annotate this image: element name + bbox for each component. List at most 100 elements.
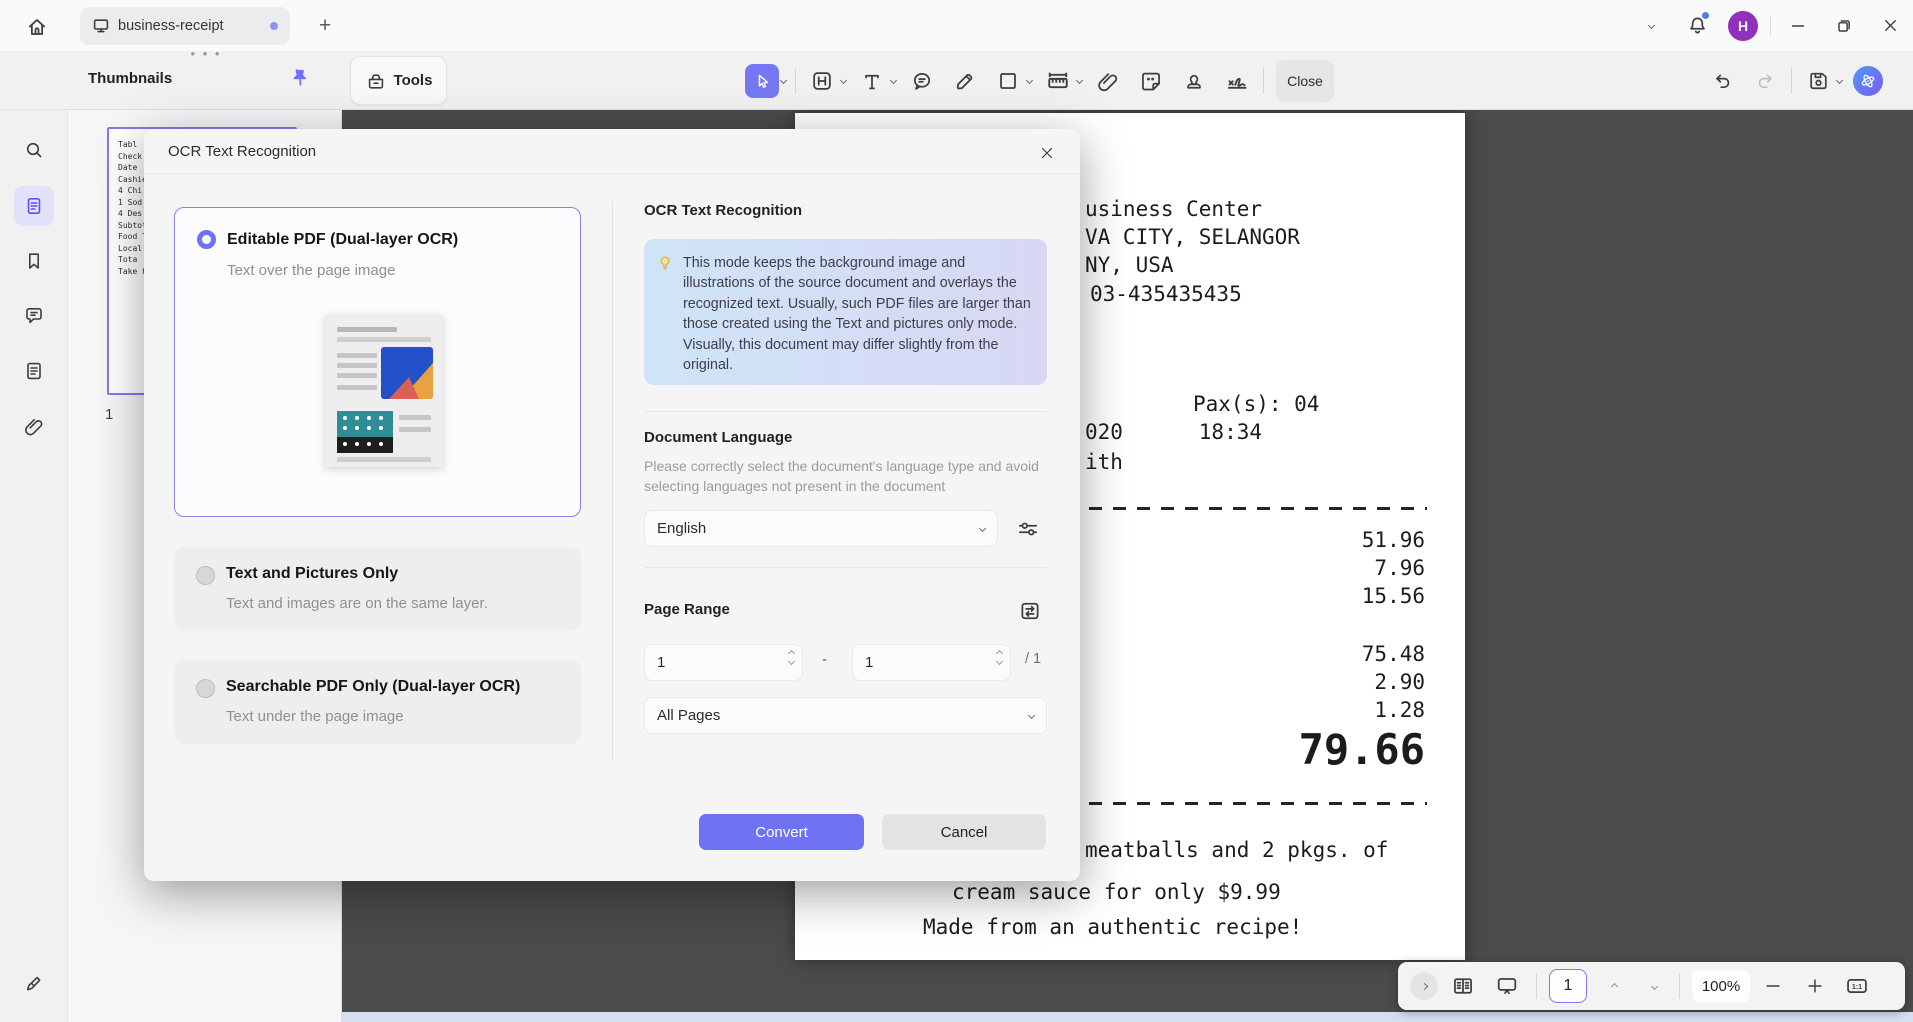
close-tools-button[interactable]: Close bbox=[1276, 60, 1334, 102]
titlebar: business-receipt + H bbox=[0, 0, 1913, 51]
option-text-pictures-only[interactable]: Text and Pictures Only Text and images a… bbox=[174, 547, 581, 631]
comments-panel-button[interactable] bbox=[14, 295, 54, 335]
account-button[interactable]: H bbox=[1720, 0, 1766, 51]
undo-icon bbox=[1711, 69, 1734, 92]
pin-panel-button[interactable] bbox=[288, 66, 314, 92]
pushpin-icon bbox=[288, 66, 312, 90]
stamp-tool-button[interactable] bbox=[1177, 64, 1211, 98]
receipt-line: Made from an authentic recipe! bbox=[923, 914, 1302, 940]
signature-tool-button[interactable] bbox=[1220, 64, 1254, 98]
home-button[interactable] bbox=[22, 12, 52, 42]
edit-tool-dropdown[interactable] bbox=[840, 77, 847, 84]
range-from-field bbox=[644, 644, 803, 681]
attachments-panel-button[interactable] bbox=[14, 406, 54, 446]
select-tool-dropdown[interactable] bbox=[780, 77, 787, 84]
collapse-bar-button[interactable] bbox=[1410, 972, 1438, 1000]
minimize-button[interactable] bbox=[1775, 0, 1821, 51]
highlighter-tool-button[interactable] bbox=[948, 64, 982, 98]
receipt-line: VA CITY, SELANGOR bbox=[1085, 224, 1300, 250]
comment-tool-button[interactable] bbox=[905, 64, 939, 98]
new-tab-button[interactable]: + bbox=[312, 13, 338, 39]
radio-unselected[interactable] bbox=[196, 679, 215, 698]
lightbulb-icon bbox=[656, 254, 674, 272]
redo-button[interactable] bbox=[1748, 64, 1782, 98]
shape-tool-dropdown[interactable] bbox=[1026, 77, 1033, 84]
undo-button[interactable] bbox=[1705, 64, 1739, 98]
thumbnails-panel-button[interactable] bbox=[14, 186, 54, 226]
text-tool-button[interactable] bbox=[855, 64, 889, 98]
text-tool-dropdown[interactable] bbox=[890, 77, 897, 84]
dialog-title: OCR Text Recognition bbox=[168, 143, 316, 160]
page-scope-select[interactable]: All Pages bbox=[644, 697, 1047, 734]
bookmarks-button[interactable] bbox=[14, 241, 54, 281]
receipt-line: usiness Center bbox=[1085, 196, 1262, 222]
actual-size-button[interactable]: 1:1 bbox=[1840, 969, 1874, 1003]
save-button[interactable] bbox=[1801, 64, 1835, 98]
advanced-language-settings-button[interactable] bbox=[1016, 517, 1040, 541]
ai-icon bbox=[1853, 66, 1883, 96]
ai-assistant-button[interactable] bbox=[1851, 64, 1885, 98]
page-scope-value: All Pages bbox=[657, 707, 720, 724]
cancel-button[interactable]: Cancel bbox=[882, 814, 1046, 850]
document-tab[interactable]: business-receipt bbox=[80, 7, 290, 45]
rectangle-icon bbox=[996, 69, 1020, 93]
zoom-out-button[interactable] bbox=[1756, 969, 1790, 1003]
search-button[interactable] bbox=[14, 130, 54, 170]
range-to-input[interactable] bbox=[852, 644, 1011, 681]
shape-tool-button[interactable] bbox=[991, 64, 1025, 98]
cursor-icon bbox=[752, 71, 772, 91]
tab-title: business-receipt bbox=[118, 18, 224, 34]
current-page-input[interactable]: 1 bbox=[1549, 969, 1587, 1003]
toolbox-icon bbox=[365, 70, 387, 92]
next-page-button[interactable] bbox=[1637, 969, 1671, 1003]
page-view-button[interactable] bbox=[1446, 969, 1480, 1003]
tools-button[interactable]: Tools bbox=[350, 56, 447, 105]
mode-heading: OCR Text Recognition bbox=[644, 202, 802, 219]
tab-list-dropdown[interactable] bbox=[1628, 0, 1674, 51]
convert-button[interactable]: Convert bbox=[699, 814, 864, 850]
summary-panel-button[interactable] bbox=[14, 351, 54, 391]
document-language-hint: Please correctly select the document's l… bbox=[644, 456, 1054, 496]
toolbar-divider bbox=[1263, 68, 1264, 94]
one-to-one-icon: 1:1 bbox=[1845, 974, 1869, 998]
language-value: English bbox=[657, 520, 706, 537]
save-dropdown[interactable] bbox=[1836, 77, 1843, 84]
receipt-line: 03-435435435 bbox=[1090, 281, 1242, 307]
radio-selected[interactable] bbox=[197, 230, 216, 249]
zoom-in-button[interactable] bbox=[1798, 969, 1832, 1003]
close-window-button[interactable] bbox=[1867, 0, 1913, 51]
swap-pages-icon bbox=[1018, 599, 1042, 623]
redo-icon bbox=[1754, 69, 1777, 92]
toolbar-divider bbox=[795, 68, 796, 94]
presentation-button[interactable] bbox=[1490, 969, 1524, 1003]
bar-divider bbox=[1679, 973, 1680, 999]
restore-button[interactable] bbox=[1821, 0, 1867, 51]
measure-tool-dropdown[interactable] bbox=[1076, 77, 1083, 84]
previous-page-button[interactable] bbox=[1597, 969, 1631, 1003]
range-from-stepper[interactable] bbox=[789, 651, 794, 664]
range-from-input[interactable] bbox=[644, 644, 803, 681]
section-divider bbox=[644, 411, 1047, 412]
zoom-level-value[interactable]: 100% bbox=[1692, 970, 1750, 1002]
ink-signature-button[interactable] bbox=[14, 963, 54, 1003]
edit-tool-button[interactable] bbox=[805, 64, 839, 98]
option-searchable-pdf[interactable]: Searchable PDF Only (Dual-layer OCR) Tex… bbox=[174, 660, 581, 744]
notifications-button[interactable] bbox=[1674, 0, 1720, 51]
page-range-settings-button[interactable] bbox=[1018, 599, 1042, 623]
select-tool-button[interactable] bbox=[745, 64, 779, 98]
range-to-stepper[interactable] bbox=[997, 651, 1002, 664]
mode-info-box: This mode keeps the background image and… bbox=[644, 239, 1047, 385]
save-icon bbox=[1807, 69, 1830, 92]
unsaved-indicator-dot bbox=[270, 22, 278, 30]
sticker-tool-button[interactable] bbox=[1134, 64, 1168, 98]
toolbar-divider bbox=[1791, 68, 1792, 94]
comment-bubble-icon bbox=[23, 304, 45, 326]
chevron-down-icon bbox=[1028, 712, 1035, 719]
language-select[interactable]: English bbox=[644, 510, 998, 547]
attach-tool-button[interactable] bbox=[1091, 64, 1125, 98]
radio-unselected[interactable] bbox=[196, 566, 215, 585]
user-avatar: H bbox=[1728, 11, 1758, 41]
measure-tool-button[interactable] bbox=[1041, 64, 1075, 98]
option-editable-pdf[interactable]: Editable PDF (Dual-layer OCR) Text over … bbox=[174, 207, 581, 517]
history-save-group bbox=[1705, 56, 1885, 105]
